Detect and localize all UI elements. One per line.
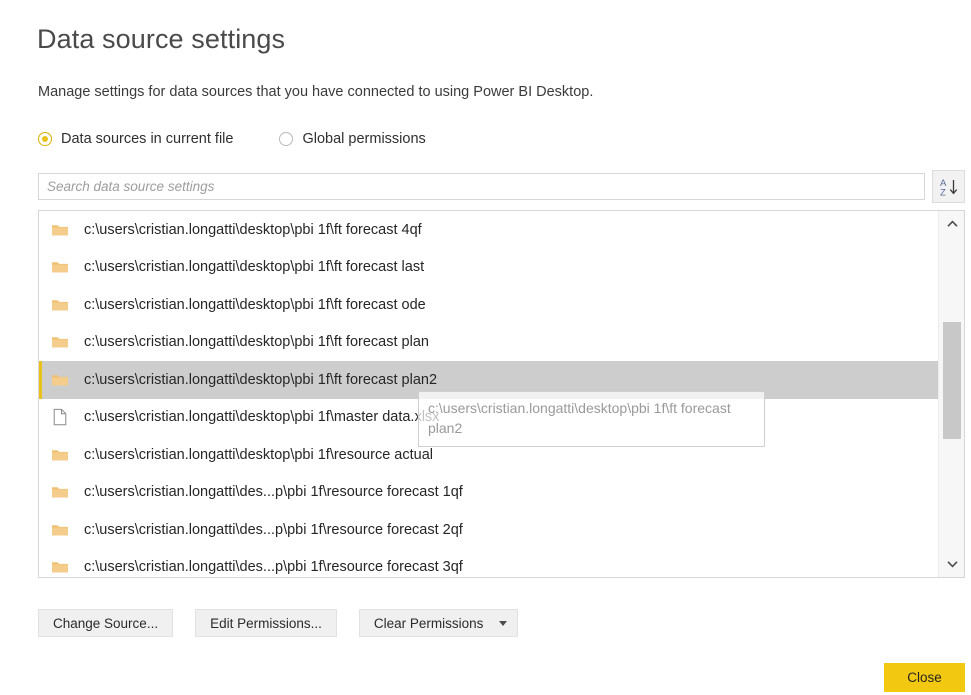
list-item[interactable]: c:\users\cristian.longatti\desktop\pbi 1… bbox=[39, 361, 938, 399]
folder-icon bbox=[52, 374, 68, 386]
list-item[interactable]: c:\users\cristian.longatti\des...p\pbi 1… bbox=[39, 473, 938, 511]
list-item-label: c:\users\cristian.longatti\desktop\pbi 1… bbox=[84, 334, 429, 351]
radio-label-current-file: Data sources in current file bbox=[61, 131, 234, 147]
scope-radio-group: Data sources in current file Global perm… bbox=[38, 131, 426, 147]
chevron-down-icon bbox=[946, 561, 958, 568]
change-source-button[interactable]: Change Source... bbox=[38, 609, 174, 637]
folder-icon bbox=[52, 487, 68, 498]
radio-label-global-permissions: Global permissions bbox=[302, 131, 426, 147]
list-item[interactable]: c:\users\cristian.longatti\desktop\pbi 1… bbox=[39, 323, 938, 361]
radio-mark-selected-icon bbox=[38, 132, 52, 146]
list-item-label: c:\users\cristian.longatti\desktop\pbi 1… bbox=[84, 371, 438, 388]
list-item[interactable]: c:\users\cristian.longatti\desktop\pbi 1… bbox=[39, 286, 938, 324]
list-item-label: c:\users\cristian.longatti\desktop\pbi 1… bbox=[84, 221, 422, 238]
svg-text:Z: Z bbox=[940, 187, 946, 197]
action-button-row: Change Source... Edit Permissions... Cle… bbox=[38, 609, 519, 637]
folder-icon bbox=[52, 524, 68, 536]
data-source-list-rows: c:\users\cristian.longatti\desktop\pbi 1… bbox=[39, 211, 938, 577]
sort-az-button[interactable]: A Z bbox=[932, 170, 965, 203]
list-item[interactable]: c:\users\cristian.longatti\des...p\pbi 1… bbox=[39, 511, 938, 549]
list-item[interactable]: c:\users\cristian.longatti\des...p\pbi 1… bbox=[39, 548, 938, 577]
data-source-list: c:\users\cristian.longatti\desktop\pbi 1… bbox=[38, 210, 965, 578]
chevron-up-icon bbox=[946, 220, 958, 227]
folder-icon bbox=[52, 299, 68, 311]
list-item-label: c:\users\cristian.longatti\desktop\pbi 1… bbox=[84, 409, 440, 426]
list-item[interactable]: c:\users\cristian.longatti\desktop\pbi 1… bbox=[39, 248, 938, 286]
folder-icon bbox=[52, 337, 68, 348]
close-button[interactable]: Close bbox=[884, 663, 965, 692]
list-item-label: c:\users\cristian.longatti\des...p\pbi 1… bbox=[84, 484, 463, 501]
list-item[interactable]: c:\users\cristian.longatti\desktop\pbi 1… bbox=[39, 211, 938, 249]
list-item-label: c:\users\cristian.longatti\desktop\pbi 1… bbox=[84, 259, 425, 276]
page-description: Manage settings for data sources that yo… bbox=[38, 84, 594, 100]
scrollbar-track[interactable] bbox=[939, 237, 964, 551]
radio-global-permissions[interactable]: Global permissions bbox=[279, 131, 426, 147]
edit-permissions-button[interactable]: Edit Permissions... bbox=[195, 609, 337, 637]
clear-permissions-button[interactable]: Clear Permissions bbox=[358, 609, 519, 637]
list-item-label: c:\users\cristian.longatti\desktop\pbi 1… bbox=[84, 296, 426, 313]
list-item-label: c:\users\cristian.longatti\des...p\pbi 1… bbox=[84, 559, 463, 576]
list-scrollbar[interactable] bbox=[938, 211, 964, 577]
file-icon bbox=[53, 409, 67, 426]
data-source-settings-dialog: Data source settings Manage settings for… bbox=[0, 0, 971, 695]
list-item-label: c:\users\cristian.longatti\des...p\pbi 1… bbox=[84, 521, 463, 538]
page-title: Data source settings bbox=[37, 24, 286, 54]
radio-data-sources-in-current-file[interactable]: Data sources in current file bbox=[38, 131, 233, 147]
folder-icon bbox=[52, 224, 68, 236]
scroll-up-button[interactable] bbox=[939, 211, 964, 237]
scroll-down-button[interactable] bbox=[939, 551, 964, 577]
clear-permissions-label: Clear Permissions bbox=[373, 615, 484, 631]
list-item-label: c:\users\cristian.longatti\desktop\pbi 1… bbox=[84, 446, 433, 463]
chevron-down-icon bbox=[499, 620, 508, 626]
sort-az-descending-icon: A Z bbox=[940, 178, 957, 197]
search-input[interactable] bbox=[38, 173, 925, 200]
radio-mark-unselected-icon bbox=[279, 132, 294, 146]
list-item[interactable]: c:\users\cristian.longatti\desktop\pbi 1… bbox=[39, 436, 938, 474]
folder-icon bbox=[52, 262, 68, 273]
scrollbar-thumb[interactable] bbox=[943, 322, 961, 439]
list-item[interactable]: c:\users\cristian.longatti\desktop\pbi 1… bbox=[39, 398, 938, 436]
folder-icon bbox=[52, 449, 68, 461]
folder-icon bbox=[52, 562, 68, 573]
